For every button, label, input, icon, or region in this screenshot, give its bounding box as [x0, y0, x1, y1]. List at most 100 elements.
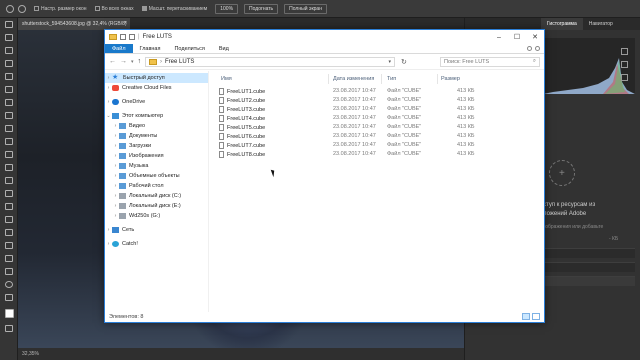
stamp-tool[interactable]: [0, 135, 18, 148]
nav-item-drive-g[interactable]: › Wd250s (G:): [105, 211, 208, 221]
properties-icon[interactable]: [120, 34, 126, 40]
healing-tool[interactable]: [0, 109, 18, 122]
tab-share[interactable]: Поделиться: [167, 44, 211, 53]
chevron-right-icon[interactable]: ›: [112, 153, 119, 159]
color-swatches[interactable]: [0, 304, 18, 322]
nav-item-catch[interactable]: › Catch!: [105, 239, 208, 249]
chevron-right-icon[interactable]: ›: [105, 99, 112, 105]
file-row[interactable]: FreeLUT5.cube 23.08.2017 10:47 Файл "CUB…: [209, 123, 544, 132]
blur-tool[interactable]: [0, 187, 18, 200]
tab-navigator[interactable]: Навигатор: [583, 18, 619, 30]
file-row[interactable]: FreeLUT1.cube 23.08.2017 10:47 Файл "CUB…: [209, 87, 544, 96]
refresh-icon[interactable]: ↻: [401, 58, 407, 66]
chevron-right-icon[interactable]: ›: [112, 173, 119, 179]
recent-locations-icon[interactable]: ▾: [131, 59, 134, 65]
maximize-button[interactable]: ☐: [508, 30, 526, 44]
layers-row[interactable]: [543, 276, 635, 286]
crop-tool[interactable]: [0, 70, 18, 83]
dodge-tool[interactable]: [0, 200, 18, 213]
checkbox-icon[interactable]: [94, 6, 100, 11]
zoom-tool[interactable]: [0, 278, 18, 291]
file-row[interactable]: FreeLUT3.cube 23.08.2017 10:47 Файл "CUB…: [209, 105, 544, 114]
checkbox-icon[interactable]: [34, 6, 39, 11]
tab-histogram[interactable]: Гистограмма: [541, 18, 583, 30]
zoom-in-icon[interactable]: [6, 4, 14, 13]
chevron-right-icon[interactable]: ›: [105, 241, 112, 247]
nav-item-drive-e[interactable]: › Локальный диск (E:): [105, 201, 208, 211]
file-row[interactable]: FreeLUT4.cube 23.08.2017 10:47 Файл "CUB…: [209, 114, 544, 123]
forward-icon[interactable]: →: [120, 58, 127, 65]
close-icon[interactable]: ×: [124, 20, 127, 26]
help-icon[interactable]: [535, 46, 540, 51]
panel-icon[interactable]: [621, 48, 628, 55]
more-tools[interactable]: [0, 291, 18, 304]
hand-tool[interactable]: [0, 265, 18, 278]
column-name[interactable]: Имя: [221, 76, 232, 82]
search-input[interactable]: Поиск: Free LUTS ⌕: [440, 56, 540, 67]
chevron-right-icon[interactable]: ›: [112, 143, 119, 149]
marquee-tool[interactable]: [0, 31, 18, 44]
chevron-right-icon[interactable]: ›: [105, 75, 112, 81]
chevron-right-icon[interactable]: ›: [105, 85, 112, 91]
column-date[interactable]: Дата изменения: [333, 76, 374, 82]
large-icons-view-icon[interactable]: [532, 313, 540, 320]
nav-item-3d-objects[interactable]: › Объемные объекты: [105, 171, 208, 181]
chevron-right-icon[interactable]: ›: [112, 203, 119, 209]
quick-select-tool[interactable]: [0, 57, 18, 70]
chevron-right-icon[interactable]: ›: [105, 227, 112, 233]
shape-tool[interactable]: [0, 252, 18, 265]
column-size[interactable]: Размер: [441, 76, 460, 82]
tab-view[interactable]: Вид: [212, 44, 236, 53]
chevron-down-icon[interactable]: ⌄: [105, 113, 112, 119]
move-tool[interactable]: [0, 18, 18, 31]
history-brush-tool[interactable]: [0, 148, 18, 161]
scrubby-zoom-option[interactable]: Масшт. перетаскиванием: [141, 6, 207, 12]
chevron-right-icon[interactable]: ›: [112, 133, 119, 139]
chevron-right-icon[interactable]: ›: [112, 193, 119, 199]
explorer-titlebar[interactable]: | Free LUTS – ☐ ✕: [105, 30, 544, 44]
chevron-down-icon[interactable]: ▾: [389, 59, 392, 65]
fit-screen-button[interactable]: Подогнать: [244, 3, 279, 14]
fill-screen-button[interactable]: Полный экран: [284, 3, 327, 14]
nav-item-quick-access[interactable]: › ★ Быстрый доступ: [105, 73, 208, 83]
expand-ribbon-icon[interactable]: [527, 46, 532, 51]
layers-row[interactable]: [543, 262, 635, 272]
checkbox-icon[interactable]: [141, 6, 147, 11]
brush-tool[interactable]: [0, 122, 18, 135]
eraser-tool[interactable]: [0, 161, 18, 174]
breadcrumb-chevron-icon[interactable]: ›: [160, 59, 162, 65]
file-row[interactable]: FreeLUT2.cube 23.08.2017 10:47 Файл "CUB…: [209, 96, 544, 105]
close-button[interactable]: ✕: [526, 30, 544, 44]
nav-item-network[interactable]: › Сеть: [105, 225, 208, 235]
chevron-right-icon[interactable]: ›: [112, 163, 119, 169]
eyedropper-tool[interactable]: [0, 96, 18, 109]
gradient-tool[interactable]: [0, 174, 18, 187]
file-row[interactable]: FreeLUT6.cube 23.08.2017 10:47 Файл "CUB…: [209, 132, 544, 141]
type-tool[interactable]: [0, 226, 18, 239]
layers-row[interactable]: [543, 248, 635, 258]
tab-file[interactable]: Файл: [105, 44, 133, 53]
nav-item-documents[interactable]: › Документы: [105, 131, 208, 141]
new-folder-icon[interactable]: [129, 34, 135, 40]
breadcrumb[interactable]: Free LUTS: [165, 59, 194, 65]
details-view-icon[interactable]: [522, 313, 530, 320]
path-select-tool[interactable]: [0, 239, 18, 252]
nav-item-onedrive[interactable]: › OneDrive: [105, 97, 208, 107]
nav-item-pictures[interactable]: › Изображения: [105, 151, 208, 161]
chevron-right-icon[interactable]: ›: [112, 123, 119, 129]
minimize-button[interactable]: –: [490, 30, 508, 44]
nav-item-drive-c[interactable]: › Локальный диск (C:): [105, 191, 208, 201]
lasso-tool[interactable]: [0, 44, 18, 57]
all-windows-option[interactable]: Во всех окнах: [94, 6, 134, 12]
tab-home[interactable]: Главная: [133, 44, 168, 53]
zoom-100-button[interactable]: 100%: [215, 3, 239, 14]
address-bar[interactable]: › Free LUTS ▾: [145, 56, 396, 67]
zoom-out-icon[interactable]: [18, 4, 26, 13]
nav-item-music[interactable]: › Музыка: [105, 161, 208, 171]
nav-item-downloads[interactable]: › Загрузки: [105, 141, 208, 151]
back-icon[interactable]: ←: [109, 58, 116, 65]
nav-item-desktop[interactable]: › Рабочий стол: [105, 181, 208, 191]
column-type[interactable]: Тип: [387, 76, 396, 82]
nav-item-creative-cloud[interactable]: › Creative Cloud Files: [105, 83, 208, 93]
fit-windows-option[interactable]: Настр. размер окон: [34, 6, 87, 12]
